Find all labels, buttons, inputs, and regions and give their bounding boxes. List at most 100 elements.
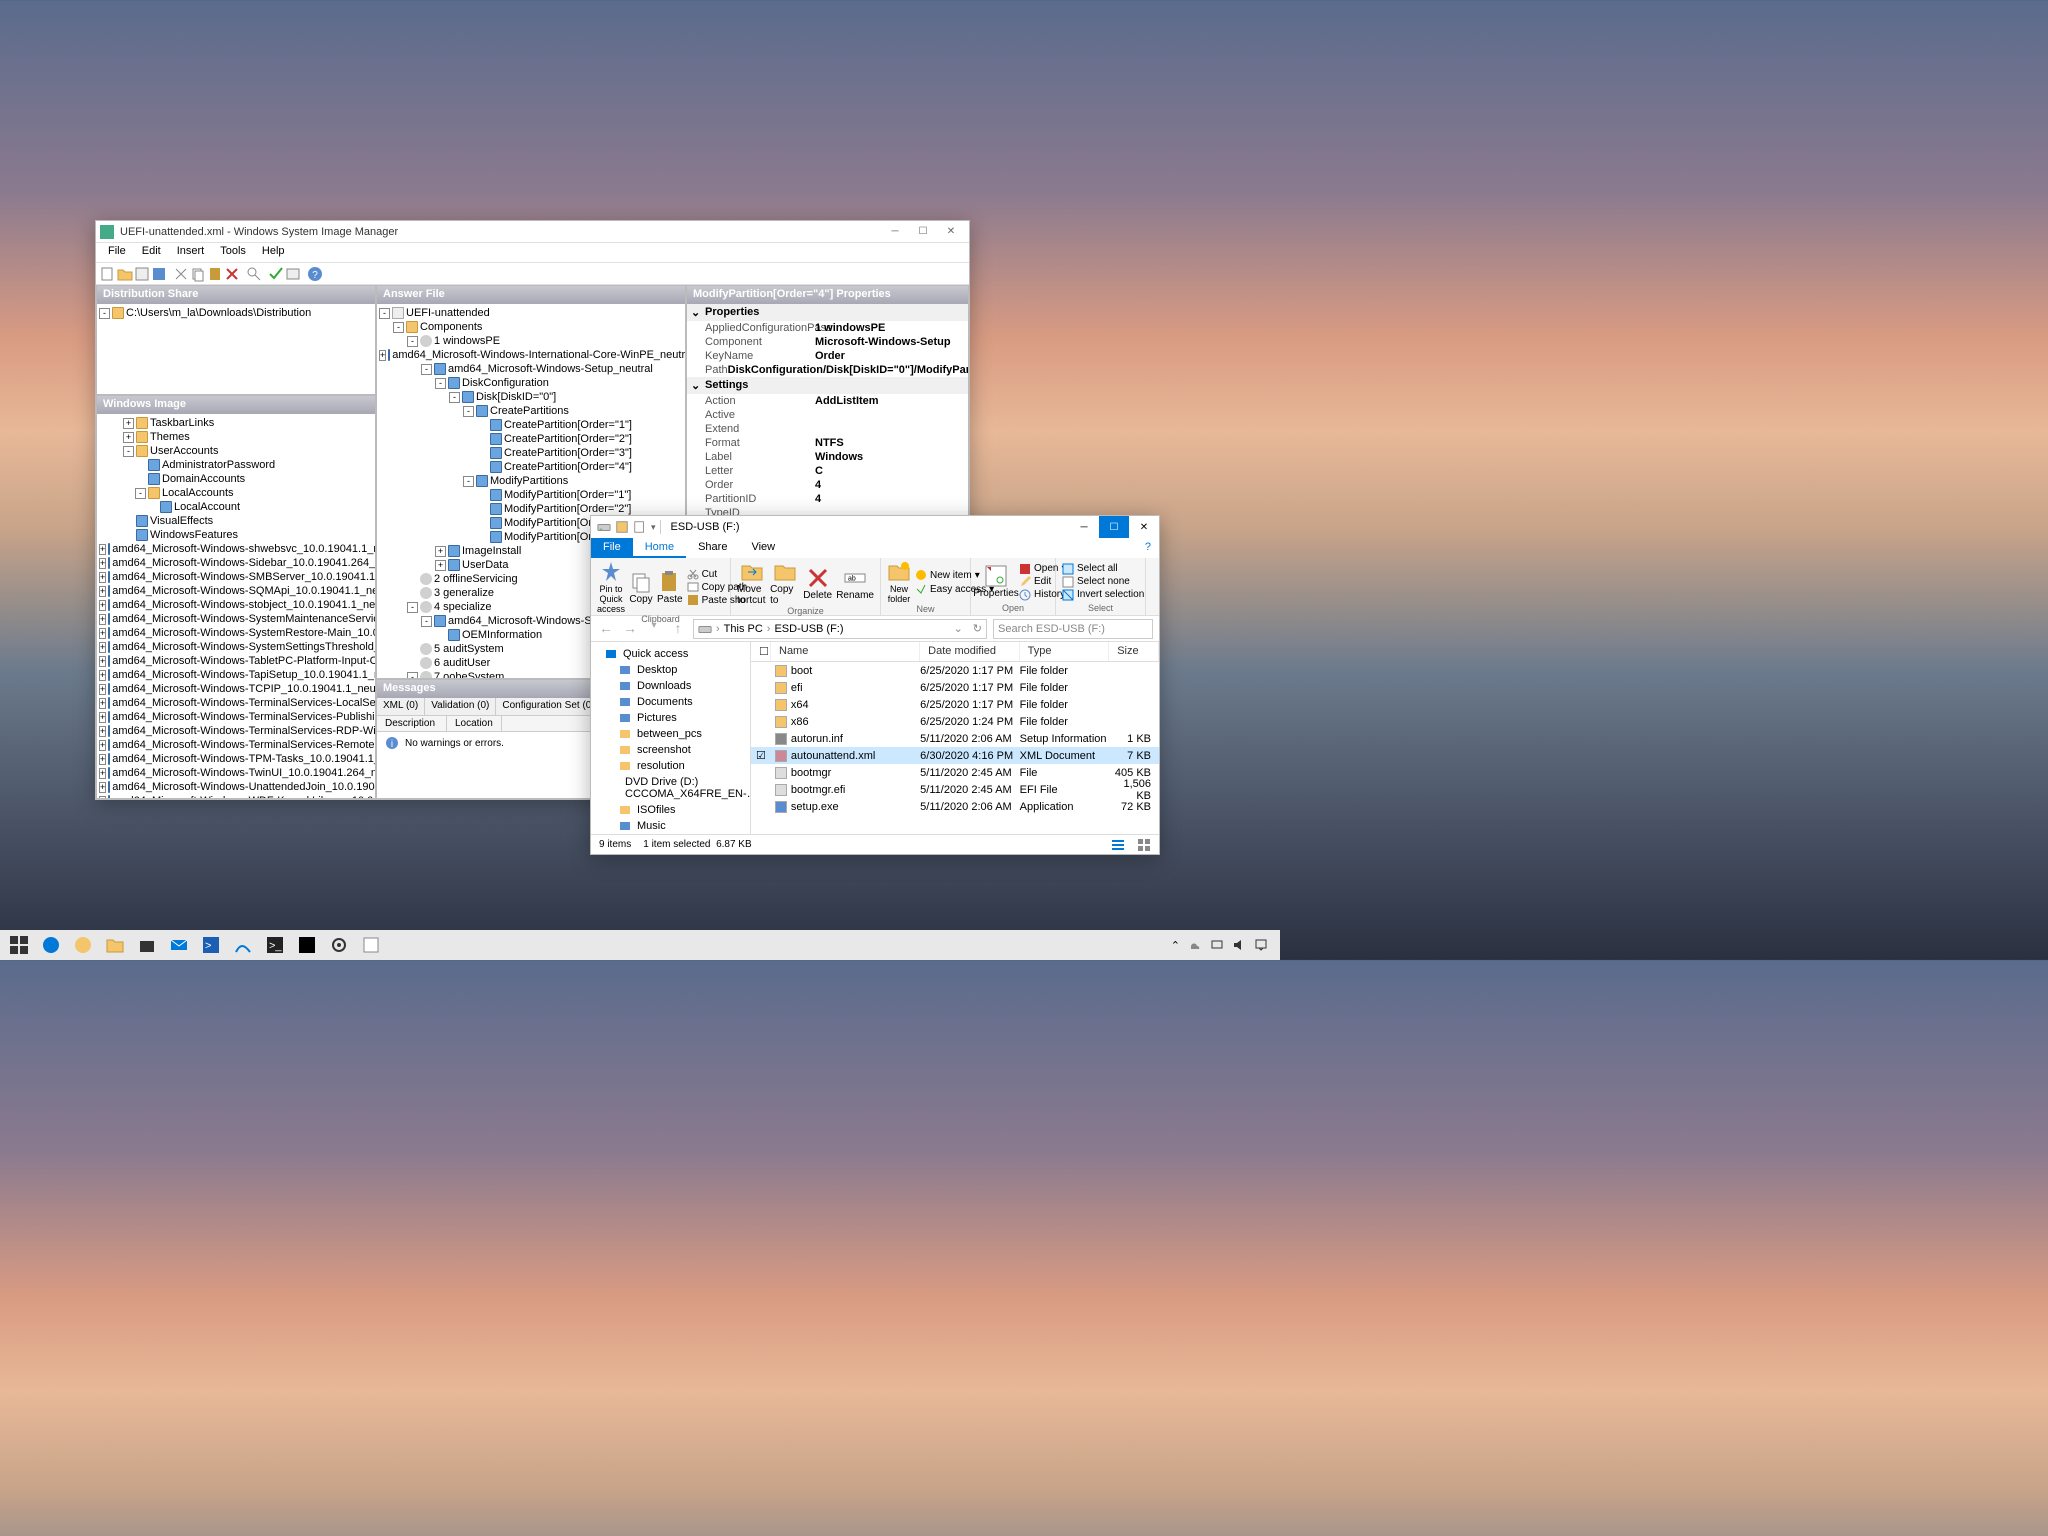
- nav-item[interactable]: ISOfiles: [591, 802, 750, 818]
- tree-item[interactable]: -UserAccounts: [99, 444, 373, 458]
- tree-item[interactable]: ModifyPartition[Order="1"]: [379, 488, 683, 502]
- expander-icon[interactable]: +: [99, 726, 106, 737]
- expander-icon[interactable]: +: [99, 670, 106, 681]
- tool-find-icon[interactable]: [246, 266, 262, 282]
- menu-file[interactable]: File: [100, 243, 134, 262]
- minimize-button[interactable]: ─: [1069, 516, 1099, 538]
- new-folder-button[interactable]: New folder: [887, 560, 911, 604]
- expander-icon[interactable]: -: [407, 336, 418, 347]
- qat-dropdown-icon[interactable]: ▾: [651, 522, 656, 533]
- tray-onedrive-icon[interactable]: [1188, 938, 1202, 952]
- expander-icon[interactable]: -: [435, 378, 446, 389]
- nav-item[interactable]: Music: [591, 818, 750, 834]
- copy-button[interactable]: Copy: [629, 570, 653, 605]
- tray-overflow-icon[interactable]: ⌃: [1171, 939, 1180, 952]
- tree-item[interactable]: -DiskConfiguration: [379, 376, 683, 390]
- maximize-button[interactable]: ☐: [1099, 516, 1129, 538]
- taskbar-store[interactable]: [132, 931, 162, 959]
- tree-item[interactable]: +amd64_Microsoft-Windows-SystemSettingsT…: [99, 640, 373, 654]
- tree-item[interactable]: +amd64_Microsoft-Windows-International-C…: [379, 348, 683, 362]
- delete-button[interactable]: Delete: [803, 566, 832, 601]
- property-row[interactable]: ActionAddListItem: [687, 394, 968, 408]
- copy-to-button[interactable]: Copy to: [770, 560, 799, 606]
- tree-item[interactable]: +amd64_Microsoft-Windows-TerminalService…: [99, 724, 373, 738]
- taskbar-mail[interactable]: [164, 931, 194, 959]
- windows-image-tree[interactable]: +TaskbarLinks+Themes-UserAccountsAdminis…: [97, 414, 375, 798]
- file-row[interactable]: bootmgr.efi5/11/2020 2:45 AMEFI File1,50…: [751, 781, 1159, 798]
- tree-item[interactable]: +amd64_Microsoft-Windows-SQMApi_10.0.190…: [99, 584, 373, 598]
- expander-icon[interactable]: +: [99, 628, 106, 639]
- ribbon-help-icon[interactable]: ?: [1137, 538, 1159, 558]
- property-row[interactable]: FormatNTFS: [687, 436, 968, 450]
- tree-item[interactable]: ModifyPartition[Order="2"]: [379, 502, 683, 516]
- taskbar-edge[interactable]: [36, 931, 66, 959]
- tool-help-icon[interactable]: ?: [307, 266, 323, 282]
- expander-icon[interactable]: -: [463, 476, 474, 487]
- msgs-tab-xml[interactable]: XML (0): [377, 698, 425, 715]
- file-row[interactable]: setup.exe5/11/2020 2:06 AMApplication72 …: [751, 798, 1159, 815]
- tool-save-icon[interactable]: [151, 266, 167, 282]
- tree-item[interactable]: -LocalAccounts: [99, 486, 373, 500]
- nav-pane[interactable]: Quick accessDesktopDownloadsDocumentsPic…: [591, 642, 751, 834]
- taskbar-settings[interactable]: [324, 931, 354, 959]
- expander-icon[interactable]: +: [99, 558, 106, 569]
- tree-item[interactable]: +amd64_Microsoft-Windows-SMBServer_10.0.…: [99, 570, 373, 584]
- tree-item[interactable]: -Disk[DiskID="0"]: [379, 390, 683, 404]
- wsim-titlebar[interactable]: UEFI-unattended.xml - Windows System Ima…: [96, 221, 969, 243]
- expander-icon[interactable]: +: [99, 754, 106, 765]
- maximize-button[interactable]: ☐: [909, 222, 937, 242]
- expander-icon[interactable]: +: [99, 572, 106, 583]
- dist-root[interactable]: -C:\Users\m_la\Downloads\Distribution: [99, 306, 373, 320]
- pin-quick-access-button[interactable]: Pin to Quick access: [597, 560, 625, 614]
- expander-icon[interactable]: +: [99, 544, 106, 555]
- crumb-drive[interactable]: ESD-USB (F:): [774, 623, 843, 635]
- tool-close-icon[interactable]: [134, 266, 150, 282]
- file-row[interactable]: autorun.inf5/11/2020 2:06 AMSetup Inform…: [751, 730, 1159, 747]
- property-row[interactable]: PathDiskConfiguration/Disk[DiskID="0"]/M…: [687, 363, 968, 377]
- tab-view[interactable]: View: [739, 538, 787, 558]
- tree-item[interactable]: +amd64_Microsoft-Windows-WDF-Kernel Libr…: [99, 794, 373, 798]
- file-row[interactable]: efi6/25/2020 1:17 PMFile folder: [751, 679, 1159, 696]
- menu-help[interactable]: Help: [254, 243, 293, 262]
- taskbar-terminal[interactable]: >_: [260, 931, 290, 959]
- nav-item[interactable]: between_pcs: [591, 726, 750, 742]
- taskbar-edge-canary[interactable]: [68, 931, 98, 959]
- tool-paste-icon[interactable]: [207, 266, 223, 282]
- tree-item[interactable]: +amd64_Microsoft-Windows-TwinUI_10.0.190…: [99, 766, 373, 780]
- row-checkbox[interactable]: ☑: [751, 749, 771, 762]
- start-button[interactable]: [4, 931, 34, 959]
- expander-icon[interactable]: +: [123, 432, 134, 443]
- tray-notifications-icon[interactable]: [1254, 938, 1268, 952]
- explorer-titlebar[interactable]: ▾ ESD-USB (F:) ─ ☐ ✕: [591, 516, 1159, 538]
- tree-item[interactable]: CreatePartition[Order="4"]: [379, 460, 683, 474]
- expander-icon[interactable]: -: [379, 308, 390, 319]
- taskbar-app[interactable]: [228, 931, 258, 959]
- expander-icon[interactable]: -: [99, 308, 110, 319]
- expander-icon[interactable]: +: [99, 600, 106, 611]
- property-row[interactable]: Order4: [687, 478, 968, 492]
- refresh-button[interactable]: ↻: [973, 622, 982, 635]
- details-view-icon[interactable]: [1111, 838, 1125, 852]
- collapse-icon[interactable]: ⌄: [691, 306, 705, 319]
- tool-delete-icon[interactable]: [224, 266, 240, 282]
- nav-item[interactable]: DVD Drive (D:) CCCOMA_X64FRE_EN-…: [591, 774, 750, 802]
- expander-icon[interactable]: +: [99, 712, 106, 723]
- col-name[interactable]: Name: [771, 642, 920, 661]
- msgs-tab-validation[interactable]: Validation (0): [425, 698, 496, 715]
- file-list[interactable]: ☐ Name Date modified Type Size boot6/25/…: [751, 642, 1159, 834]
- col-type[interactable]: Type: [1020, 642, 1110, 661]
- menu-tools[interactable]: Tools: [212, 243, 254, 262]
- collapse-icon[interactable]: ⌄: [691, 379, 705, 392]
- file-row[interactable]: x646/25/2020 1:17 PMFile folder: [751, 696, 1159, 713]
- expander-icon[interactable]: +: [99, 782, 106, 793]
- breadcrumb[interactable]: › This PC › ESD-USB (F:) ⌄ ↻: [693, 619, 987, 639]
- properties-button[interactable]: Properties: [977, 564, 1015, 599]
- menu-insert[interactable]: Insert: [169, 243, 213, 262]
- tree-item[interactable]: WindowsFeatures: [99, 528, 373, 542]
- expander-icon[interactable]: -: [449, 392, 460, 403]
- expander-icon[interactable]: +: [99, 698, 106, 709]
- tree-item[interactable]: -1 windowsPE: [379, 334, 683, 348]
- tree-item[interactable]: +amd64_Microsoft-Windows-shwebsvc_10.0.1…: [99, 542, 373, 556]
- nav-item[interactable]: screenshot: [591, 742, 750, 758]
- property-row[interactable]: AppliedConfigurationPass1 windowsPE: [687, 321, 968, 335]
